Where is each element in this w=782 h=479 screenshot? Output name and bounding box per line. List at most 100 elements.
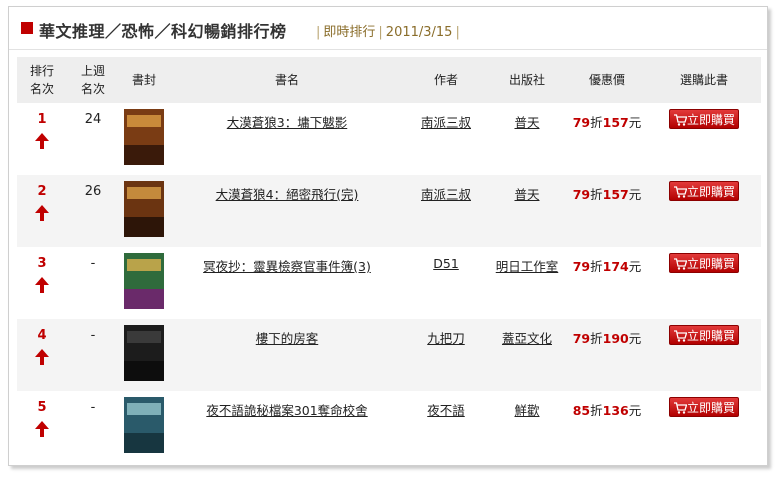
price-text: 79折190元 bbox=[567, 319, 647, 347]
author-cell: D51 bbox=[405, 247, 487, 319]
publisher-link[interactable]: 鮮歡 bbox=[487, 391, 567, 419]
shopping-cart-icon bbox=[674, 258, 687, 270]
rank-up-arrow-icon bbox=[35, 421, 49, 437]
divider: | bbox=[316, 25, 321, 40]
price-cell: 79折190元 bbox=[567, 319, 647, 391]
publisher-link[interactable]: 蓋亞文化 bbox=[487, 319, 567, 347]
last-week-rank: 26 bbox=[84, 184, 102, 199]
publisher-link[interactable]: 普天 bbox=[487, 175, 567, 203]
price-unit: 元 bbox=[628, 403, 642, 418]
realtime-label: 即時排行 bbox=[323, 25, 376, 40]
author-link[interactable]: 九把刀 bbox=[405, 319, 487, 347]
discount-unit: 折 bbox=[590, 331, 603, 346]
rank-up-arrow-icon bbox=[35, 133, 49, 149]
buy-now-label: 立即購買 bbox=[686, 185, 735, 199]
author-link[interactable]: D51 bbox=[405, 247, 487, 271]
last-week-rank: - bbox=[90, 328, 96, 343]
divider: | bbox=[378, 25, 383, 40]
rank-cell: 1 bbox=[17, 103, 67, 175]
price-cell: 79折174元 bbox=[567, 247, 647, 319]
discount-value: 79 bbox=[572, 115, 591, 130]
book-title-link[interactable]: 夜不語詭秘檔案301奪命校舍 bbox=[169, 391, 405, 419]
author-link[interactable]: 南派三叔 bbox=[405, 175, 487, 203]
last-week-rank: - bbox=[90, 256, 96, 271]
last-week-cell: 24 bbox=[67, 103, 119, 175]
rank-up-arrow-icon bbox=[35, 205, 49, 221]
shopping-cart-icon bbox=[674, 402, 687, 414]
rank-number: 4 bbox=[37, 328, 47, 343]
last-week-cell: - bbox=[67, 247, 119, 319]
rank-up-arrow-icon bbox=[35, 349, 49, 365]
buy-now-label: 立即購買 bbox=[686, 329, 735, 343]
price-cell: 79折157元 bbox=[567, 103, 647, 175]
price-cell: 79折157元 bbox=[567, 175, 647, 247]
shopping-cart-icon bbox=[674, 114, 687, 126]
cover-cell[interactable] bbox=[119, 247, 169, 319]
date-label: 2011/3/15 bbox=[385, 25, 453, 40]
book-title-link[interactable]: 大漠蒼狼3：墉下魃影 bbox=[169, 103, 405, 131]
cover-cell[interactable] bbox=[119, 175, 169, 247]
last-week-cell: 26 bbox=[67, 175, 119, 247]
col-buy: 選購此書 bbox=[647, 57, 761, 103]
discount-value: 79 bbox=[572, 331, 591, 346]
price-text: 79折157元 bbox=[567, 103, 647, 131]
shopping-cart-icon bbox=[674, 330, 687, 342]
book-cover-image[interactable] bbox=[124, 397, 164, 453]
rank-up-arrow-icon bbox=[35, 277, 49, 293]
buy-now-button[interactable]: 立即購買 bbox=[669, 253, 739, 273]
price-value: 157 bbox=[602, 115, 629, 130]
table-row: 1 24 大漠蒼狼3：墉下魃影 南派三叔 普天 79折157元 立即購買 bbox=[17, 103, 761, 175]
publisher-cell: 明日工作室 bbox=[487, 247, 567, 319]
price-value: 190 bbox=[602, 331, 629, 346]
author-link[interactable]: 夜不語 bbox=[405, 391, 487, 419]
price-unit: 元 bbox=[628, 259, 642, 274]
table-header-row: 排行 名次 上週 名次 書封 書名 作者 出版社 優惠價 選購此書 bbox=[17, 57, 761, 103]
table-row: 3- 冥夜抄：靈異檢察官事件簿(3) D51 明日工作室 79折174元 立即購買 bbox=[17, 247, 761, 319]
cover-cell[interactable] bbox=[119, 319, 169, 391]
table-row: 4 - 樓下的房客 九把刀 蓋亞文化 79折190元 立即購買 bbox=[17, 319, 761, 391]
buy-now-button[interactable]: 立即購買 bbox=[669, 109, 739, 129]
last-week-rank: 24 bbox=[84, 112, 102, 127]
cover-cell[interactable] bbox=[119, 103, 169, 175]
title-cell: 夜不語詭秘檔案301奪命校舍 bbox=[169, 391, 405, 463]
price-value: 157 bbox=[602, 187, 629, 202]
buy-cell: 立即購買 bbox=[647, 319, 761, 391]
cover-cell[interactable] bbox=[119, 391, 169, 463]
last-week-cell: - bbox=[67, 391, 119, 463]
book-title-link[interactable]: 冥夜抄：靈異檢察官事件簿(3) bbox=[169, 247, 405, 275]
panel-title: 華文推理／恐怖／科幻暢銷排行榜 bbox=[39, 22, 287, 41]
book-cover-image[interactable] bbox=[124, 253, 164, 309]
publisher-link[interactable]: 普天 bbox=[487, 103, 567, 131]
book-title-link[interactable]: 大漠蒼狼4：絕密飛行(完) bbox=[169, 175, 405, 203]
book-cover-image[interactable] bbox=[124, 181, 164, 237]
buy-now-button[interactable]: 立即購買 bbox=[669, 397, 739, 417]
price-text: 85折136元 bbox=[567, 391, 647, 419]
price-text: 79折174元 bbox=[567, 247, 647, 275]
author-link[interactable]: 南派三叔 bbox=[405, 103, 487, 131]
buy-cell: 立即購買 bbox=[647, 391, 761, 463]
book-cover-image[interactable] bbox=[124, 325, 164, 381]
buy-now-button[interactable]: 立即購買 bbox=[669, 325, 739, 345]
col-author: 作者 bbox=[405, 57, 487, 103]
buy-now-button[interactable]: 立即購買 bbox=[669, 181, 739, 201]
book-cover-image[interactable] bbox=[124, 109, 164, 165]
shopping-cart-icon bbox=[674, 186, 687, 198]
divider: | bbox=[455, 25, 460, 40]
price-value: 136 bbox=[602, 403, 629, 418]
buy-cell: 立即購買 bbox=[647, 103, 761, 175]
rank-cell: 2 bbox=[17, 175, 67, 247]
discount-unit: 折 bbox=[590, 187, 603, 202]
discount-value: 85 bbox=[572, 403, 591, 418]
publisher-link[interactable]: 明日工作室 bbox=[487, 247, 567, 275]
ranking-panel: 華文推理／恐怖／科幻暢銷排行榜 | 即時排行 | 2011/3/15 | 排行 名次 上週… bbox=[8, 6, 768, 466]
panel-header: 華文推理／恐怖／科幻暢銷排行榜 | 即時排行 | 2011/3/15 | bbox=[9, 7, 767, 50]
price-text: 79折157元 bbox=[567, 175, 647, 203]
col-price: 優惠價 bbox=[567, 57, 647, 103]
price-unit: 元 bbox=[628, 115, 642, 130]
author-cell: 南派三叔 bbox=[405, 175, 487, 247]
discount-unit: 折 bbox=[590, 259, 603, 274]
ranking-table: 排行 名次 上週 名次 書封 書名 作者 出版社 優惠價 選購此書 1 24 大漠蒼狼3… bbox=[17, 57, 761, 463]
title-cell: 大漠蒼狼4：絕密飛行(完) bbox=[169, 175, 405, 247]
price-cell: 85折136元 bbox=[567, 391, 647, 463]
book-title-link[interactable]: 樓下的房客 bbox=[169, 319, 405, 347]
